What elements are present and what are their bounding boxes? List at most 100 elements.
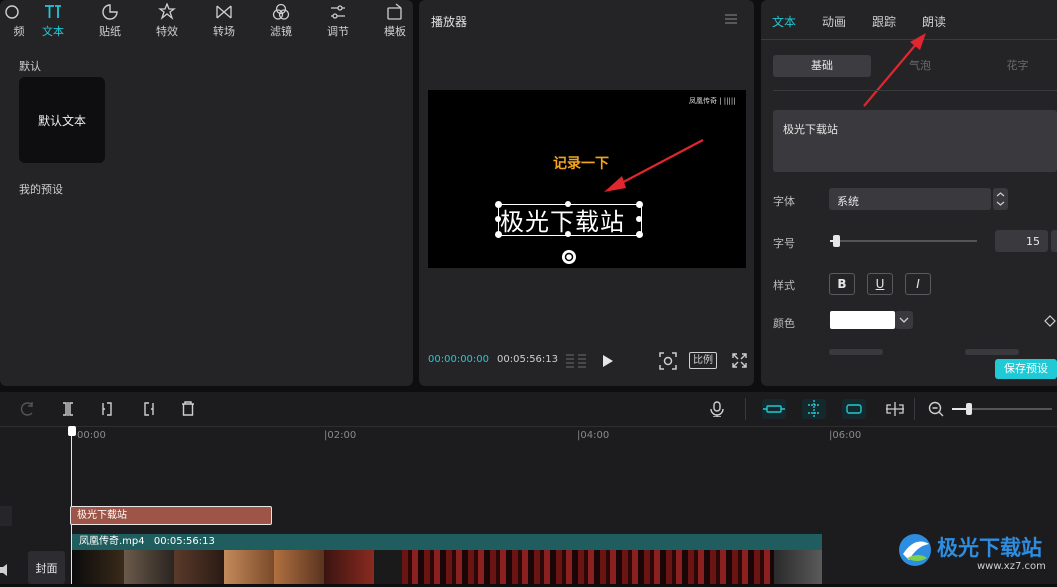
resize-handle[interactable] bbox=[636, 201, 643, 208]
resize-handle[interactable] bbox=[495, 216, 501, 222]
video-watermark: 凤凰传奇 | ||||| bbox=[689, 97, 736, 105]
font-stepper[interactable] bbox=[993, 188, 1008, 210]
snap-icon bbox=[808, 400, 820, 418]
video-thumbnail bbox=[324, 550, 374, 584]
resize-handle[interactable] bbox=[495, 201, 502, 208]
video-clip-duration: 00:05:56:13 bbox=[153, 536, 215, 547]
tool-transition[interactable]: 转场 bbox=[196, 0, 252, 40]
expand-icon[interactable] bbox=[732, 353, 747, 368]
video-thumbnail bbox=[374, 550, 402, 584]
size-input-value: 15 bbox=[1026, 235, 1040, 248]
audio-toggle-icon[interactable] bbox=[0, 563, 10, 577]
font-select[interactable]: 系统 bbox=[829, 188, 991, 210]
main-track-magnet-button[interactable] bbox=[762, 399, 786, 419]
zoom-slider-thumb[interactable] bbox=[966, 403, 972, 415]
transition-icon bbox=[216, 5, 232, 19]
zoom-out-icon[interactable] bbox=[928, 401, 944, 417]
tab-read-aloud[interactable]: 朗读 bbox=[922, 13, 946, 30]
ruler-tick: 00:00 bbox=[77, 430, 106, 441]
chevron-down-icon bbox=[899, 317, 909, 323]
tool-filter[interactable]: 滤镜 bbox=[253, 0, 309, 40]
default-text-card[interactable]: 默认文本 bbox=[19, 77, 105, 163]
template-icon bbox=[387, 3, 402, 20]
subtab-bubble[interactable]: 气泡 bbox=[881, 55, 959, 77]
split-icon[interactable] bbox=[60, 401, 76, 417]
style-label: 样式 bbox=[773, 279, 795, 292]
linkage-button[interactable] bbox=[842, 399, 866, 419]
size-slider-thumb[interactable] bbox=[833, 235, 840, 247]
tool-adjust[interactable]: 调节 bbox=[310, 0, 366, 40]
playhead-handle[interactable] bbox=[68, 426, 76, 436]
filter-icon bbox=[272, 3, 290, 20]
current-time: 00:00:00:00 bbox=[428, 354, 490, 365]
link-clips-icon bbox=[763, 405, 785, 413]
font-label: 字体 bbox=[773, 195, 795, 208]
size-input[interactable]: 15 bbox=[995, 230, 1048, 252]
ruler-tick-label: 04:00 bbox=[580, 430, 610, 441]
tab-animation[interactable]: 动画 bbox=[822, 13, 846, 30]
size-stepper[interactable] bbox=[1051, 230, 1057, 252]
tool-effects[interactable]: 特效 bbox=[139, 0, 195, 40]
rotate-icon[interactable] bbox=[561, 249, 577, 265]
main-text-overlay[interactable]: 极光下载站 bbox=[500, 202, 625, 237]
ruler-tick: |02:00 bbox=[324, 430, 357, 441]
tool-filter-label: 滤镜 bbox=[270, 25, 292, 38]
color-swatch[interactable] bbox=[830, 311, 895, 329]
trim-left-icon[interactable] bbox=[100, 401, 116, 417]
italic-button[interactable]: I bbox=[905, 273, 931, 295]
resize-handle[interactable] bbox=[565, 231, 571, 237]
color-dropdown[interactable] bbox=[895, 311, 913, 329]
site-logo-text: 极光下载站 bbox=[937, 536, 1042, 560]
tool-text[interactable]: 文本 bbox=[25, 0, 81, 40]
resize-handle[interactable] bbox=[636, 231, 643, 238]
size-slider-track[interactable] bbox=[830, 240, 977, 242]
ratio-button[interactable]: 比例 bbox=[689, 352, 717, 369]
tool-sticker[interactable]: 贴纸 bbox=[82, 0, 138, 40]
tool-adjust-label: 调节 bbox=[327, 25, 349, 38]
resize-handle[interactable] bbox=[565, 201, 571, 207]
save-preset-button[interactable]: 保存预设 bbox=[995, 359, 1057, 379]
tool-template[interactable]: 模板 bbox=[367, 0, 423, 40]
microphone-icon[interactable] bbox=[709, 401, 725, 417]
text-clip[interactable]: 极光下载站 bbox=[70, 506, 272, 525]
video-thumbnail bbox=[224, 550, 274, 584]
tool-sticker-label: 贴纸 bbox=[99, 25, 121, 38]
ruler-tick-label: 02:00 bbox=[327, 430, 357, 441]
color-label: 颜色 bbox=[773, 317, 795, 330]
sticker-icon bbox=[102, 4, 118, 20]
text-content-input[interactable]: 极光下载站 bbox=[773, 110, 1057, 172]
truncated-field bbox=[829, 349, 883, 355]
fullscreen-frame-icon[interactable] bbox=[659, 352, 677, 370]
video-thumbnail bbox=[72, 550, 124, 584]
video-clip[interactable]: 凤凰传奇.mp4 00:05:56:13 bbox=[72, 534, 822, 550]
menu-icon[interactable] bbox=[724, 13, 738, 25]
bold-button[interactable]: B bbox=[829, 273, 855, 295]
tool-transition-label: 转场 bbox=[213, 25, 235, 38]
preview-axis-icon[interactable] bbox=[885, 401, 905, 417]
resize-handle[interactable] bbox=[636, 216, 642, 222]
text-icon bbox=[45, 5, 61, 18]
subtab-basic[interactable]: 基础 bbox=[773, 55, 871, 77]
cover-button[interactable]: 封面 bbox=[28, 551, 65, 584]
tab-text[interactable]: 文本 bbox=[772, 13, 796, 30]
delete-icon[interactable] bbox=[180, 401, 196, 417]
subtab-fancy-text[interactable]: 花字 bbox=[978, 55, 1057, 77]
redo-icon[interactable] bbox=[20, 401, 36, 417]
site-watermark: 极光下载站 www.xz7.com bbox=[897, 528, 1057, 584]
ruler-tick: |06:00 bbox=[829, 430, 862, 441]
video-thumbnail bbox=[174, 550, 224, 584]
underline-button[interactable]: U bbox=[867, 273, 893, 295]
resize-handle[interactable] bbox=[495, 231, 502, 238]
video-thumbnail-strip bbox=[402, 550, 774, 584]
annotation-arrow bbox=[604, 139, 704, 192]
font-select-value: 系统 bbox=[837, 195, 859, 208]
tab-tracking[interactable]: 跟踪 bbox=[872, 13, 896, 30]
auto-snap-button[interactable] bbox=[802, 399, 826, 419]
chain-icon bbox=[846, 404, 862, 414]
keyframe-diamond-icon[interactable] bbox=[1044, 315, 1056, 327]
my-presets-label: 我的预设 bbox=[19, 183, 63, 196]
divider bbox=[914, 398, 915, 420]
trim-right-icon[interactable] bbox=[140, 401, 156, 417]
waveform-icon[interactable] bbox=[565, 352, 587, 368]
play-icon[interactable] bbox=[602, 354, 614, 368]
